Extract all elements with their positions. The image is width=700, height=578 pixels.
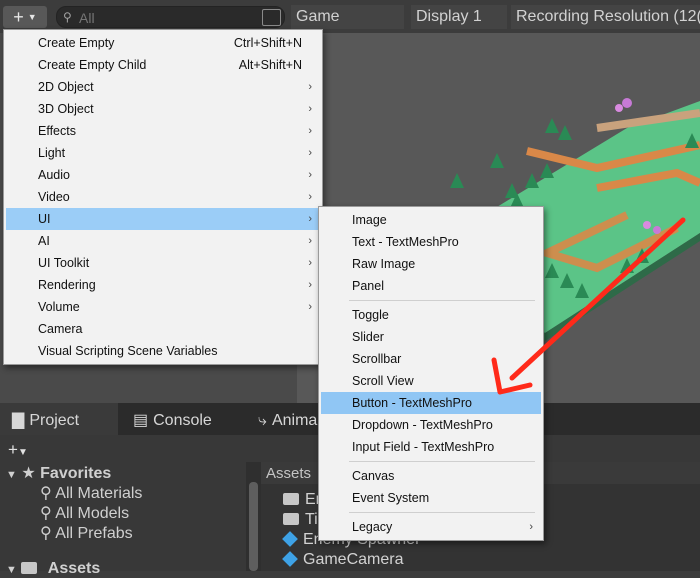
annotation-arrow [491, 217, 686, 395]
